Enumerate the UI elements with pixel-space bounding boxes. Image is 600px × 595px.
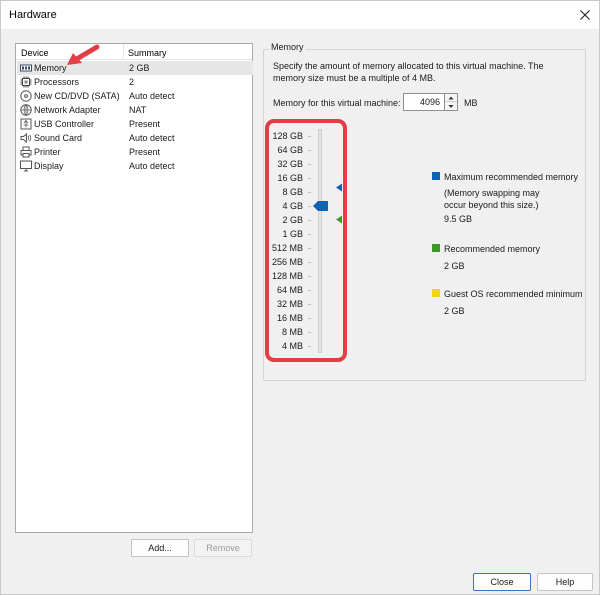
device-name: USB Controller — [34, 119, 95, 129]
speaker-icon — [20, 132, 32, 144]
legend-recommended-value: 2 GB — [444, 261, 465, 271]
device-summary: 2 — [129, 77, 135, 87]
memory-icon — [20, 62, 32, 74]
device-list-header: Device Summary — [16, 44, 252, 60]
add-device-button[interactable]: Add... — [131, 539, 189, 557]
column-header-summary[interactable]: Summary — [128, 48, 167, 58]
device-row-printer[interactable]: Printer Present — [17, 145, 253, 159]
device-row-display[interactable]: Display Auto detect — [17, 159, 253, 173]
legend-guest-min-label: Guest OS recommended minimum — [444, 289, 583, 299]
network-icon — [20, 104, 32, 116]
help-button[interactable]: Help — [537, 573, 593, 591]
device-row-cd-dvd[interactable]: New CD/DVD (SATA) Auto detect — [17, 89, 253, 103]
device-row-usb-controller[interactable]: USB Controller Present — [17, 117, 253, 131]
device-name: Network Adapter — [34, 105, 101, 115]
legend-max-swatch — [432, 172, 440, 180]
device-summary: Auto detect — [129, 91, 175, 101]
memory-input[interactable]: 4096 — [403, 93, 445, 111]
legend-recommended-label: Recommended memory — [444, 244, 541, 254]
device-name: Display — [34, 161, 64, 171]
remove-device-button[interactable]: Remove — [194, 539, 252, 557]
slider-highlight-annotation — [265, 119, 347, 362]
device-row-processors[interactable]: Processors 2 — [17, 75, 253, 89]
title-bar: Hardware — [1, 1, 599, 29]
close-icon[interactable] — [573, 3, 597, 27]
device-name: Memory — [34, 63, 67, 73]
legend-max-note: (Memory swapping may occur beyond this s… — [444, 188, 540, 210]
device-row-sound-card[interactable]: Sound Card Auto detect — [17, 131, 253, 145]
cpu-icon — [20, 76, 32, 88]
memory-description: Specify the amount of memory allocated t… — [273, 61, 544, 83]
annotation-arrow-icon — [67, 44, 100, 65]
device-summary: 2 GB — [129, 63, 150, 73]
device-name: Processors — [34, 77, 80, 87]
device-row-memory[interactable]: Memory 2 GB — [17, 61, 253, 75]
legend-guest-min-swatch — [432, 289, 440, 297]
device-summary: Present — [129, 147, 161, 157]
memory-unit: MB — [464, 98, 478, 108]
device-summary: Auto detect — [129, 133, 175, 143]
spin-down-icon[interactable] — [445, 102, 457, 110]
device-name: New CD/DVD (SATA) — [34, 91, 120, 101]
legend-recommended-swatch — [432, 244, 440, 252]
device-summary: Auto detect — [129, 161, 175, 171]
legend-guest-min-value: 2 GB — [444, 306, 465, 316]
device-name: Printer — [34, 147, 61, 157]
printer-icon — [20, 146, 32, 158]
memory-field-label: Memory for this virtual machine: — [273, 98, 401, 108]
close-button[interactable]: Close — [473, 573, 531, 591]
memory-group-title: Memory — [269, 42, 306, 52]
column-header-device[interactable]: Device — [21, 48, 49, 58]
monitor-icon — [20, 160, 32, 172]
device-name: Sound Card — [34, 133, 83, 143]
legend-max-value: 9.5 GB — [444, 214, 473, 224]
device-summary: Present — [129, 119, 161, 129]
device-list: Device Summary Memory 2 GB Processors 2 … — [15, 43, 253, 533]
memory-spinner — [445, 93, 458, 111]
usb-icon — [20, 118, 32, 130]
spin-up-icon[interactable] — [445, 94, 457, 102]
device-summary: NAT — [129, 105, 147, 115]
legend-max-label: Maximum recommended memory — [444, 172, 579, 182]
cd-dvd-icon — [20, 90, 32, 102]
window-title: Hardware — [9, 9, 57, 21]
device-row-network-adapter[interactable]: Network Adapter NAT — [17, 103, 253, 117]
hardware-dialog: Hardware Device Summary Memory 2 GB Proc… — [0, 0, 600, 595]
